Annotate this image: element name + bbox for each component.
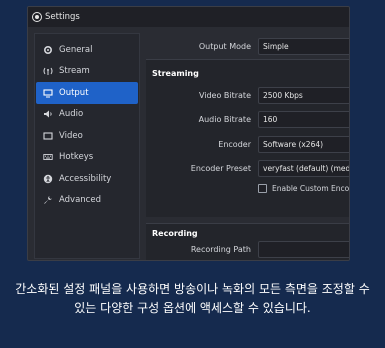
encoder-row: Encoder Software (x264)	[146, 135, 349, 153]
gear-icon	[42, 45, 54, 55]
recording-path-label: Recording Path	[190, 244, 251, 254]
recording-path-row: Recording Path	[146, 240, 349, 258]
antenna-icon	[42, 66, 54, 76]
sidebar-item-hotkeys[interactable]: Hotkeys	[36, 147, 138, 169]
obs-logo-icon	[32, 12, 42, 22]
video-bitrate-input[interactable]: 2500 Kbps	[258, 86, 349, 104]
sidebar-item-label: Stream	[59, 66, 90, 77]
settings-window: Settings General Stream Output Audio Vid…	[27, 6, 350, 261]
streaming-section: Streaming Video Bitrate 2500 Kbps Audio …	[146, 59, 349, 217]
encoder-preset-label: Encoder Preset	[190, 163, 251, 173]
video-bitrate-row: Video Bitrate 2500 Kbps	[146, 86, 349, 104]
sidebar-item-label: Hotkeys	[59, 152, 94, 163]
encoder-preset-row: Encoder Preset veryfast (default) (mediu	[146, 159, 349, 177]
sidebar-item-label: General	[59, 44, 93, 55]
settings-sidebar: General Stream Output Audio Video Hotkey…	[34, 33, 140, 259]
audio-bitrate-row: Audio Bitrate 160	[146, 110, 349, 128]
custom-encoder-checkbox-row[interactable]: Enable Custom Encod	[258, 184, 350, 193]
window-title: Settings	[45, 12, 80, 22]
encoder-select[interactable]: Software (x264)	[258, 135, 349, 153]
recording-section: Recording Recording Path	[146, 223, 349, 260]
output-settings-panel: Output Mode Simple Streaming Video Bitra…	[146, 33, 349, 260]
sidebar-item-label: Audio	[59, 109, 84, 120]
title-bar: Settings	[28, 7, 349, 27]
screen-icon	[42, 131, 54, 141]
sidebar-item-label: Output	[59, 87, 89, 98]
recording-section-title: Recording	[152, 229, 198, 238]
sidebar-item-advanced[interactable]: Advanced	[36, 190, 138, 212]
custom-encoder-checkbox[interactable]	[258, 184, 267, 193]
sidebar-item-label: Accessibility	[59, 173, 112, 184]
sidebar-item-general[interactable]: General	[36, 39, 138, 61]
sidebar-item-accessibility[interactable]: Accessibility	[36, 168, 138, 190]
sidebar-item-stream[interactable]: Stream	[36, 61, 138, 83]
custom-encoder-label: Enable Custom Encod	[272, 184, 350, 193]
sidebar-item-label: Advanced	[59, 195, 101, 206]
audio-bitrate-label: Audio Bitrate	[198, 114, 251, 124]
caption-text: 간소화된 설정 패널을 사용하면 방송이나 녹화의 모든 측면을 조정할 수 있…	[15, 282, 370, 315]
video-bitrate-label: Video Bitrate	[198, 90, 251, 100]
output-mode-label: Output Mode	[198, 41, 251, 51]
sidebar-item-video[interactable]: Video	[36, 125, 138, 147]
sidebar-item-audio[interactable]: Audio	[36, 104, 138, 126]
output-mode-select[interactable]: Simple	[258, 37, 349, 55]
sidebar-item-output[interactable]: Output	[36, 82, 138, 104]
sidebar-item-label: Video	[59, 130, 83, 141]
encoder-preset-select[interactable]: veryfast (default) (mediu	[258, 159, 349, 177]
encoder-label: Encoder	[218, 139, 251, 149]
streaming-section-title: Streaming	[152, 69, 199, 78]
audio-bitrate-select[interactable]: 160	[258, 110, 349, 128]
accessibility-icon	[42, 174, 54, 184]
keyboard-icon	[42, 152, 54, 162]
speaker-icon	[42, 109, 54, 119]
monitor-icon	[42, 88, 54, 98]
recording-path-input[interactable]	[258, 240, 349, 258]
wrench-icon	[42, 195, 54, 205]
output-mode-row: Output Mode Simple	[146, 37, 349, 55]
